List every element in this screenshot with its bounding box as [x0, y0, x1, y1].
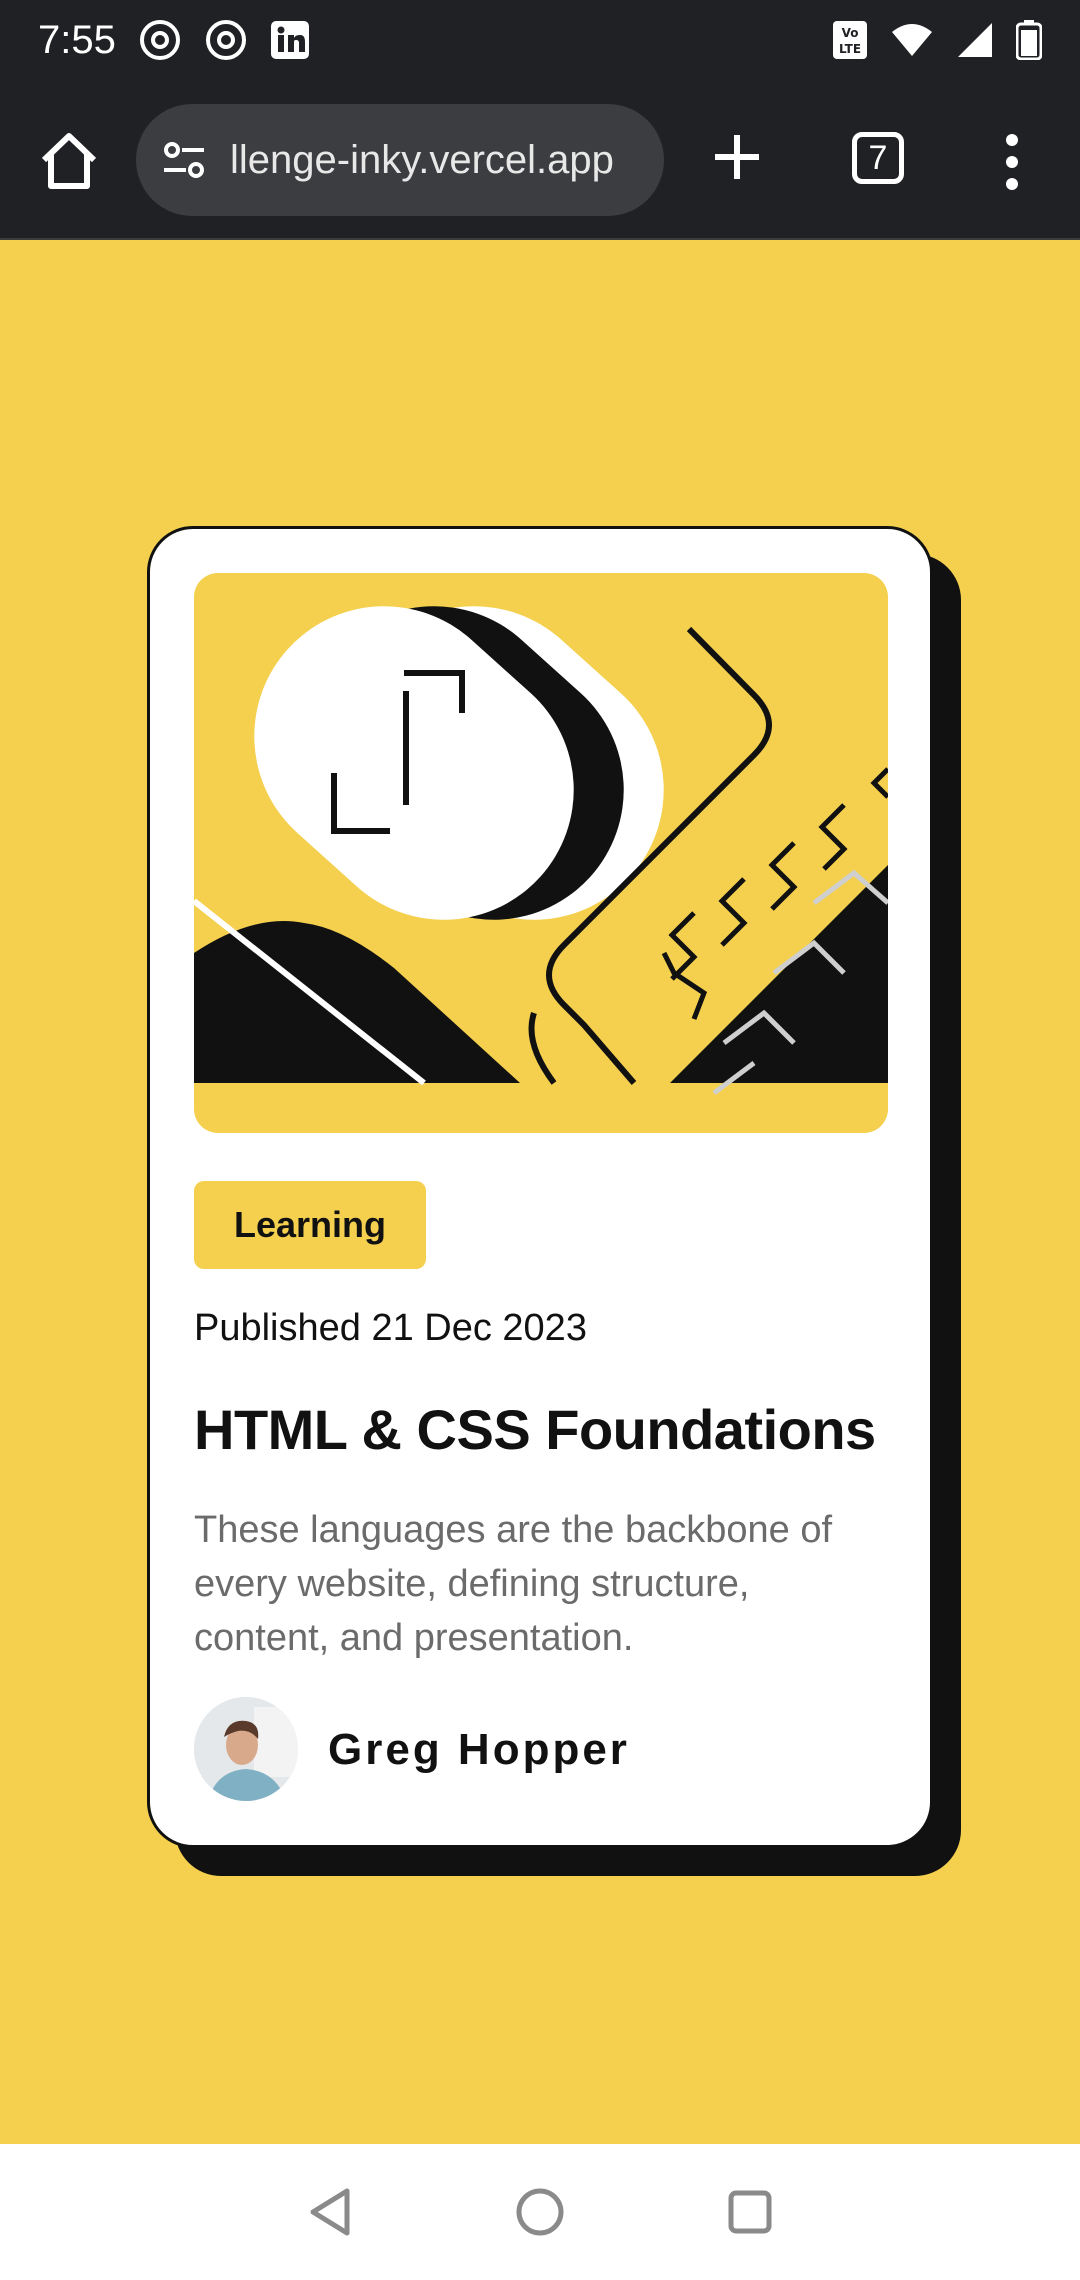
threads-icon: [138, 18, 182, 62]
category-tag[interactable]: Learning: [194, 1181, 426, 1269]
recents-icon[interactable]: [725, 2187, 775, 2237]
overflow-menu-icon[interactable]: [1000, 132, 1024, 192]
svg-text:LTE: LTE: [839, 42, 861, 56]
author-name[interactable]: Greg Hopper: [328, 1725, 630, 1775]
author-avatar: [194, 1697, 298, 1801]
card-title[interactable]: HTML & CSS Foundations: [194, 1397, 876, 1462]
tab-count: 7: [868, 138, 888, 177]
category-tag-label: Learning: [233, 1204, 386, 1245]
linkedin-icon: [270, 20, 310, 60]
signal-icon: [956, 21, 994, 59]
volte-icon: Vo LTE: [832, 20, 868, 60]
new-tab-icon[interactable]: [712, 132, 762, 182]
svg-text:Vo: Vo: [842, 26, 859, 40]
threads-icon: [204, 18, 248, 62]
url-text: llenge-inky.vercel.app: [230, 137, 614, 182]
tab-switcher-button[interactable]: 7: [852, 132, 904, 184]
published-date: Published 21 Dec 2023: [194, 1307, 587, 1349]
status-time: 7:55: [38, 17, 116, 62]
back-icon[interactable]: [305, 2187, 355, 2237]
blog-preview-card: Learning Published 21 Dec 2023 HTML & CS…: [147, 526, 933, 1848]
card-description: These languages are the backbone of ever…: [194, 1509, 833, 1659]
address-bar[interactable]: llenge-inky.vercel.app: [136, 104, 664, 216]
browser-toolbar: llenge-inky.vercel.app 7: [0, 80, 1080, 240]
battery-icon: [1016, 20, 1042, 60]
home-icon[interactable]: [36, 128, 102, 194]
site-settings-icon[interactable]: [160, 136, 208, 184]
system-navigation-bar: [0, 2144, 1080, 2280]
home-nav-icon[interactable]: [515, 2187, 565, 2237]
status-bar: 7:55 Vo LTE: [0, 0, 1080, 80]
wifi-icon: [890, 22, 934, 58]
hero-illustration: [194, 573, 888, 1133]
